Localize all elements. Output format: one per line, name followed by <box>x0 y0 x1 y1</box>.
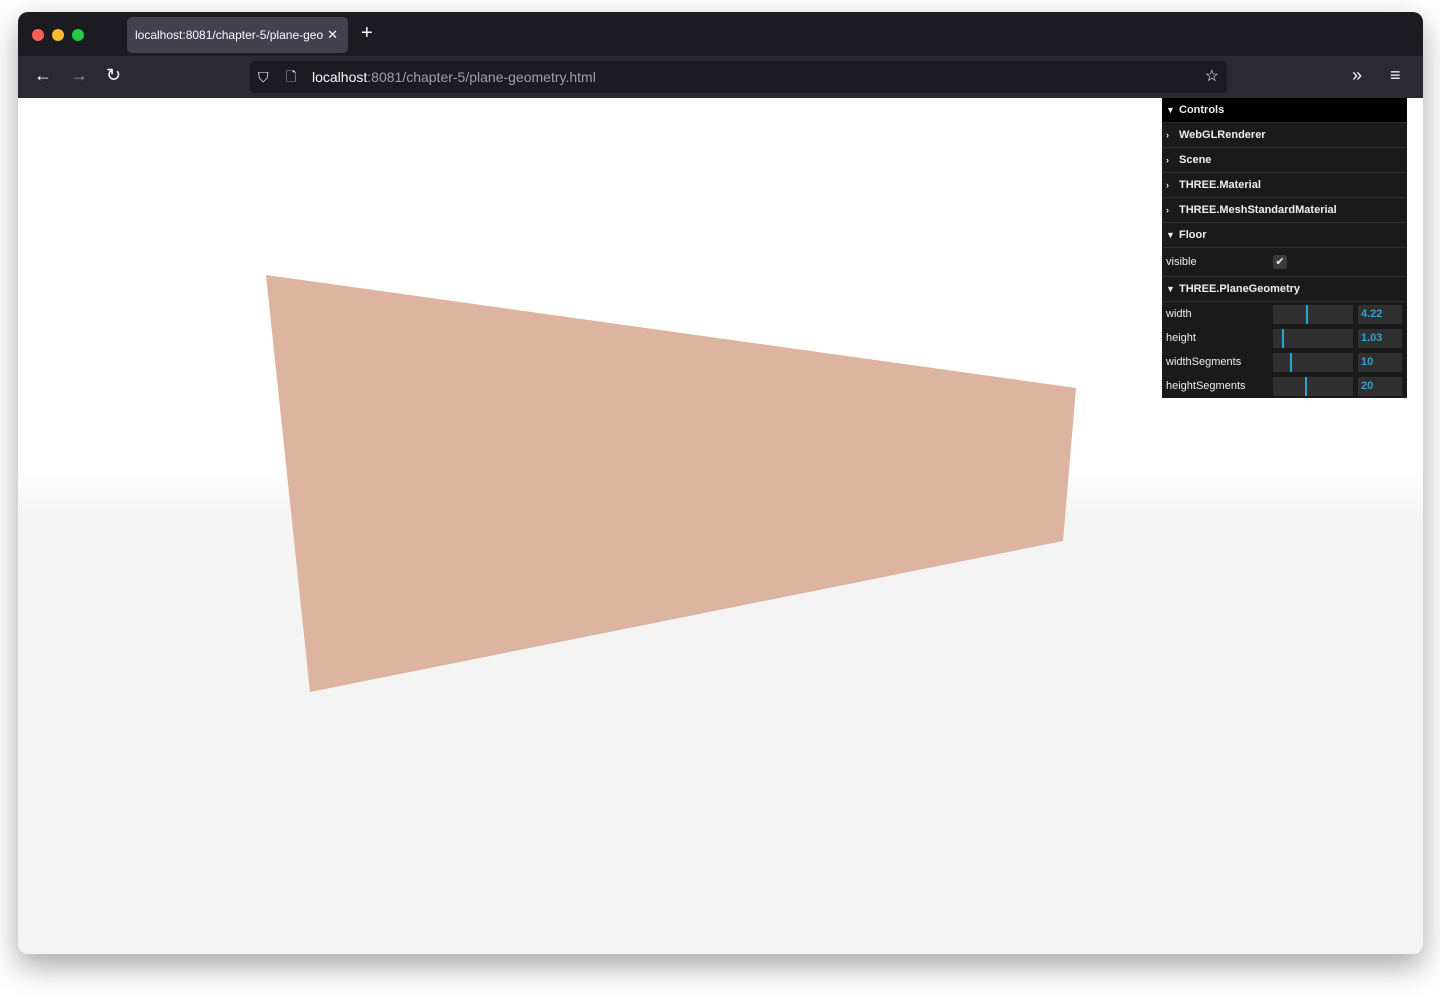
url-path: :8081/chapter-5/plane-geometry.html <box>367 69 596 85</box>
minimize-window-button[interactable] <box>52 29 64 41</box>
forward-arrow-icon[interactable]: → <box>70 65 88 86</box>
visible-label: visible <box>1166 256 1197 268</box>
widthSegments-input[interactable]: 10 <box>1358 352 1402 372</box>
url-host: localhost <box>312 69 368 85</box>
folder-label: THREE.MeshStandardMaterial <box>1179 204 1337 216</box>
folder-label: THREE.Material <box>1179 179 1261 191</box>
url-bar[interactable]: ⛉ 🗋 localhost:8081/chapter-5/plane-geome… <box>250 61 1227 93</box>
prop-label: widthSegments <box>1166 356 1242 368</box>
heightSegments-input[interactable]: 20 <box>1358 376 1402 396</box>
controls-label: Controls <box>1179 104 1225 116</box>
chevron-down-icon: ▼ <box>1166 284 1175 294</box>
webgl-canvas[interactable]: ▼ Controls › WebGLRenderer › Scene › THREE.M… <box>18 98 1423 954</box>
plane-mesh <box>266 275 1076 692</box>
back-arrow-icon[interactable]: ← <box>34 65 52 86</box>
width-slider[interactable] <box>1273 304 1353 324</box>
width-input[interactable]: 4.22 <box>1358 304 1402 324</box>
menu-icon[interactable]: ≡ <box>1390 65 1401 86</box>
prop-row-heightSegments: heightSegments 20 <box>1162 374 1407 398</box>
folder-planegeometry[interactable]: ▼ THREE.PlaneGeometry <box>1162 277 1407 302</box>
zoom-window-button[interactable] <box>72 29 84 41</box>
star-icon[interactable]: ☆ <box>1205 61 1219 93</box>
widthSegments-slider[interactable] <box>1273 352 1353 372</box>
prop-row-widthSegments: widthSegments 10 <box>1162 350 1407 374</box>
new-tab-button[interactable]: + <box>361 22 373 45</box>
browser-tab[interactable]: localhost:8081/chapter-5/plane-geo ✕ <box>127 17 348 53</box>
close-window-button[interactable] <box>32 29 44 41</box>
folder-label: WebGLRenderer <box>1179 129 1266 141</box>
prop-label: heightSegments <box>1166 380 1246 392</box>
controls-panel: ▼ Controls › WebGLRenderer › Scene › THREE.M… <box>1162 98 1407 398</box>
prop-label: width <box>1166 308 1192 320</box>
heightSegments-slider[interactable] <box>1273 376 1353 396</box>
browser-window: localhost:8081/chapter-5/plane-geo ✕ + ← … <box>18 12 1423 954</box>
chevron-right-icon: › <box>1166 130 1169 140</box>
slider-marker[interactable] <box>1305 376 1307 396</box>
folder-material[interactable]: › THREE.Material <box>1162 173 1407 198</box>
chevron-right-icon: › <box>1166 155 1169 165</box>
reload-icon[interactable]: ↻ <box>106 65 121 86</box>
folder-label: Scene <box>1179 154 1212 166</box>
shield-icon[interactable]: ⛉ <box>258 61 269 93</box>
height-input[interactable]: 1.03 <box>1358 328 1402 348</box>
visible-row: visible ✔ <box>1162 248 1407 277</box>
chevron-right-icon: › <box>1166 180 1169 190</box>
controls-header[interactable]: ▼ Controls <box>1162 98 1407 123</box>
folder-webglrenderer[interactable]: › WebGLRenderer <box>1162 123 1407 148</box>
prop-row-width: width 4.22 <box>1162 302 1407 326</box>
folder-label: Floor <box>1179 229 1207 241</box>
visible-checkbox[interactable]: ✔ <box>1273 255 1287 269</box>
folder-floor[interactable]: ▼ Floor <box>1162 223 1407 248</box>
tab-title: localhost:8081/chapter-5/plane-geo <box>135 28 324 42</box>
folder-label: THREE.PlaneGeometry <box>1179 283 1301 295</box>
slider-marker[interactable] <box>1281 328 1284 348</box>
nav-bar: ← → ↻ ⛉ 🗋 localhost:8081/chapter-5/plane… <box>18 56 1423 98</box>
chevron-right-icon: › <box>1166 205 1169 215</box>
folder-meshstandardmaterial[interactable]: › THREE.MeshStandardMaterial <box>1162 198 1407 223</box>
chevron-down-icon: ▼ <box>1166 105 1175 115</box>
height-slider[interactable] <box>1273 328 1353 348</box>
page-icon: 🗋 <box>286 69 297 84</box>
slider-marker[interactable] <box>1289 352 1292 372</box>
folder-scene[interactable]: › Scene <box>1162 148 1407 173</box>
overflow-chevrons-icon[interactable]: » <box>1352 65 1362 86</box>
chevron-down-icon: ▼ <box>1166 230 1175 240</box>
close-tab-icon[interactable]: ✕ <box>327 17 338 53</box>
tab-bar: localhost:8081/chapter-5/plane-geo ✕ + <box>18 12 1423 56</box>
prop-row-height: height 1.03 <box>1162 326 1407 350</box>
slider-marker[interactable] <box>1305 304 1308 324</box>
prop-label: height <box>1166 332 1196 344</box>
